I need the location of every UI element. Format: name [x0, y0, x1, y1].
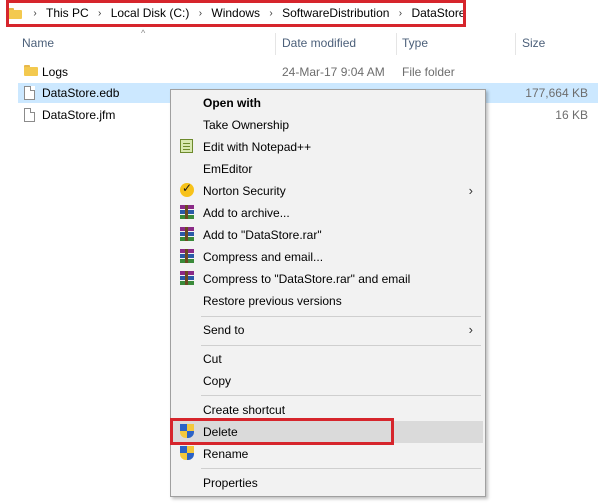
- file-size: 177,664 KB: [525, 86, 588, 100]
- menu-item-label: Create shortcut: [203, 403, 286, 417]
- list-item-logs[interactable]: Logs 24-Mar-17 9:04 AM File folder: [18, 62, 598, 82]
- column-header-type[interactable]: Type: [402, 36, 428, 54]
- menu-item-edit-with-notepad[interactable]: Edit with Notepad++: [173, 136, 483, 158]
- menu-item-label: Compress to "DataStore.rar" and email: [203, 272, 411, 286]
- winrar-icon: [180, 205, 196, 221]
- folder-icon: [24, 65, 44, 76]
- menu-item-send-to[interactable]: Send to ›: [173, 319, 483, 341]
- chevron-right-icon[interactable]: ›: [193, 8, 207, 19]
- menu-item-norton-security[interactable]: Norton Security ›: [173, 180, 483, 202]
- menu-item-create-shortcut[interactable]: Create shortcut: [173, 399, 483, 421]
- menu-item-label: Norton Security: [203, 184, 286, 198]
- winrar-icon: [180, 271, 196, 287]
- menu-item-add-to-archive[interactable]: Add to archive...: [173, 202, 483, 224]
- breadcrumb-softwaredistribution[interactable]: SoftwareDistribution: [278, 6, 393, 20]
- menu-separator: [201, 316, 481, 317]
- menu-item-label: Add to "DataStore.rar": [203, 228, 322, 242]
- sort-ascending-icon: ^: [141, 28, 146, 38]
- file-name: DataStore.jfm: [42, 108, 116, 122]
- notepad-icon: [180, 139, 196, 155]
- norton-icon: [180, 181, 196, 199]
- uac-shield-icon: [180, 446, 196, 462]
- file-icon: [24, 108, 35, 122]
- menu-item-label: Cut: [203, 352, 222, 366]
- menu-item-rename[interactable]: Rename: [173, 443, 483, 465]
- file-size: 16 KB: [555, 108, 588, 122]
- chevron-right-icon[interactable]: ›: [28, 8, 42, 19]
- column-divider[interactable]: [515, 33, 516, 55]
- menu-item-add-to-rar[interactable]: Add to "DataStore.rar": [173, 224, 483, 246]
- menu-item-label: Compress and email...: [203, 250, 324, 264]
- winrar-icon: [180, 227, 196, 243]
- breadcrumb-this-pc[interactable]: This PC: [42, 6, 93, 20]
- column-divider[interactable]: [275, 33, 276, 55]
- submenu-arrow-icon: ›: [468, 322, 473, 337]
- column-divider[interactable]: [396, 33, 397, 55]
- file-icon: [24, 86, 35, 100]
- chevron-right-icon[interactable]: ›: [93, 8, 107, 19]
- menu-separator: [201, 395, 481, 396]
- menu-separator: [201, 468, 481, 469]
- breadcrumb-windows[interactable]: Windows: [207, 6, 264, 20]
- menu-item-label: Send to: [203, 323, 245, 337]
- menu-separator: [201, 345, 481, 346]
- menu-item-label: Take Ownership: [203, 118, 290, 132]
- chevron-right-icon[interactable]: ›: [393, 8, 407, 19]
- menu-item-label: Edit with Notepad++: [203, 140, 312, 154]
- address-bar[interactable]: › This PC › Local Disk (C:) › Windows › …: [0, 0, 598, 26]
- column-header-name[interactable]: Name: [22, 36, 54, 54]
- file-type: File folder: [402, 65, 455, 79]
- column-header-size[interactable]: Size: [522, 36, 545, 54]
- menu-item-label: Rename: [203, 447, 249, 461]
- menu-item-restore-previous-versions[interactable]: Restore previous versions: [173, 290, 483, 312]
- menu-item-emeditor[interactable]: EmEditor: [173, 158, 483, 180]
- uac-shield-icon: [180, 424, 196, 440]
- menu-item-take-ownership[interactable]: Take Ownership: [173, 114, 483, 136]
- submenu-arrow-icon: ›: [468, 183, 473, 198]
- context-menu: Open with Take Ownership Edit with Notep…: [170, 89, 486, 497]
- menu-item-open-with[interactable]: Open with: [173, 92, 483, 114]
- breadcrumb-local-disk[interactable]: Local Disk (C:): [107, 6, 194, 20]
- winrar-icon: [180, 249, 196, 265]
- menu-item-label: Open with: [203, 96, 261, 110]
- folder-icon: [8, 7, 22, 19]
- menu-item-properties[interactable]: Properties: [173, 472, 483, 494]
- menu-item-copy[interactable]: Copy: [173, 370, 483, 392]
- menu-item-label: Properties: [203, 476, 258, 490]
- menu-item-compress-and-email[interactable]: Compress and email...: [173, 246, 483, 268]
- chevron-right-icon[interactable]: ›: [264, 8, 278, 19]
- menu-item-label: EmEditor: [203, 162, 253, 176]
- menu-item-label: Add to archive...: [203, 206, 290, 220]
- menu-item-label: Delete: [203, 425, 238, 439]
- menu-item-label: Restore previous versions: [203, 294, 342, 308]
- menu-item-cut[interactable]: Cut: [173, 348, 483, 370]
- menu-item-compress-to-rar-and-email[interactable]: Compress to "DataStore.rar" and email: [173, 268, 483, 290]
- menu-item-delete[interactable]: Delete: [173, 421, 483, 443]
- file-name: Logs: [42, 65, 69, 79]
- file-date: 24-Mar-17 9:04 AM: [282, 65, 385, 79]
- column-header-date-modified[interactable]: Date modified: [282, 36, 356, 54]
- menu-item-label: Copy: [203, 374, 232, 388]
- file-name: DataStore.edb: [42, 86, 120, 100]
- breadcrumb-datastore[interactable]: DataStore: [407, 6, 469, 20]
